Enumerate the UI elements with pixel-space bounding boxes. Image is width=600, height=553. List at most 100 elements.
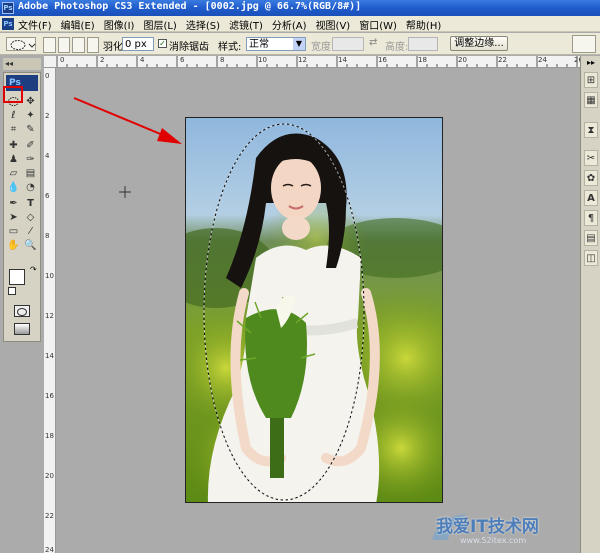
- selection-mode-buttons: [43, 37, 99, 53]
- path-selection-tool[interactable]: ➤: [7, 211, 20, 224]
- navigator-panel-icon[interactable]: ⊞: [584, 72, 598, 88]
- histogram-panel-icon[interactable]: ▦: [584, 92, 598, 108]
- ruler-tick: 12: [45, 312, 54, 320]
- photoshop-app-icon: Ps: [2, 2, 14, 14]
- tool-preset-picker[interactable]: [6, 37, 36, 51]
- menu-window[interactable]: 窗口(W): [359, 17, 397, 32]
- height-input[interactable]: [408, 37, 438, 51]
- menu-help[interactable]: 帮助(H): [406, 17, 441, 32]
- eyedropper-tool[interactable]: ⁄: [24, 225, 37, 238]
- ruler-horizontal-ticks: [56, 56, 578, 67]
- options-bar: 羽化: 0 px ✓ 消除锯齿 样式: 正常 ▼ 宽度: ⇄ 高度: 调整边缘.…: [0, 33, 600, 55]
- crosshair-cursor-icon: [119, 186, 131, 198]
- lasso-tool[interactable]: ℓ: [7, 109, 20, 122]
- width-input[interactable]: [332, 37, 364, 51]
- ruler-tick: 8: [45, 232, 50, 240]
- style-label: 样式:: [218, 42, 242, 53]
- type-tool[interactable]: T: [24, 197, 37, 210]
- brushes-panel-icon[interactable]: ✿: [584, 170, 598, 186]
- history-panel-icon[interactable]: ⧗: [584, 122, 598, 138]
- style-select[interactable]: 正常 ▼: [246, 37, 306, 51]
- width-label: 宽度:: [311, 42, 335, 53]
- menu-select[interactable]: 选择(S): [186, 17, 220, 32]
- tool-presets-panel-icon[interactable]: ✂: [584, 150, 598, 166]
- window-title: Adobe Photoshop CS3 Extended - [0002.jpg…: [18, 1, 362, 12]
- pen-tool[interactable]: ✒: [7, 197, 20, 210]
- menu-bar: Ps 文件(F) 编辑(E) 图像(I) 图层(L) 选择(S) 滤镜(T) 分…: [0, 16, 600, 32]
- toolbox: Ps ✥ ℓ ✦ ⌗ ✎ ✚ ✐ ♟ ✑ ▱ ▤ 💧 ◔ ✒ T ➤ ◇ ▭ ⁄…: [3, 72, 41, 342]
- brush-tool[interactable]: ✐: [24, 139, 37, 152]
- dodge-tool[interactable]: ◔: [24, 181, 37, 194]
- foreground-color-swatch[interactable]: [9, 269, 25, 285]
- watermark-text: 我爱IT技术网: [436, 517, 539, 537]
- palette-well-button[interactable]: [572, 35, 596, 53]
- ruler-tick: 10: [45, 272, 54, 280]
- intersect-selection-button[interactable]: [86, 37, 99, 53]
- notes-tool[interactable]: ▭: [7, 225, 20, 238]
- toolbox-collapse-icon[interactable]: ◂◂: [3, 58, 41, 70]
- layer-comps-panel-icon[interactable]: ▤: [584, 230, 598, 246]
- elliptical-selection-marquee: [203, 123, 365, 501]
- ruler-tick: 16: [45, 392, 54, 400]
- ruler-horizontal: 0 2 4 6 8 10 12 14 16 18 20 22 24 26: [44, 56, 580, 68]
- paragraph-panel-icon[interactable]: ¶: [584, 210, 598, 226]
- watermark-url: www.52itex.com: [460, 536, 527, 545]
- blur-tool[interactable]: 💧: [7, 181, 20, 194]
- menu-filter[interactable]: 滤镜(T): [229, 17, 263, 32]
- history-brush-tool[interactable]: ✑: [24, 153, 37, 166]
- ps-menu-icon[interactable]: Ps: [2, 18, 14, 30]
- quick-mask-icon[interactable]: [14, 305, 30, 317]
- ruler-tick: 14: [45, 352, 54, 360]
- default-colors-icon[interactable]: [8, 287, 16, 295]
- character-panel-icon[interactable]: A: [584, 190, 598, 206]
- ruler-tick: 20: [45, 472, 54, 480]
- swap-colors-icon[interactable]: ↷: [30, 265, 37, 274]
- screen-mode-icon[interactable]: [14, 323, 30, 335]
- menu-file[interactable]: 文件(F): [18, 17, 52, 32]
- zoom-tool[interactable]: 🔍: [24, 239, 37, 252]
- ruler-tick: 18: [45, 432, 54, 440]
- ruler-tick: 0: [45, 72, 50, 80]
- menu-image[interactable]: 图像(I): [104, 17, 135, 32]
- dropdown-arrow-icon: ▼: [293, 38, 305, 50]
- slice-tool[interactable]: ✎: [24, 123, 37, 136]
- style-value: 正常: [249, 39, 269, 50]
- height-label: 高度:: [385, 42, 409, 53]
- move-tool[interactable]: ✥: [24, 95, 37, 108]
- highlight-box: [3, 86, 23, 103]
- shape-tool[interactable]: ◇: [24, 211, 37, 224]
- menu-items: 文件(F) 编辑(E) 图像(I) 图层(L) 选择(S) 滤镜(T) 分析(A…: [18, 17, 450, 32]
- ruler-tick: 2: [45, 112, 50, 120]
- healing-brush-tool[interactable]: ✚: [7, 139, 20, 152]
- right-panel-dock: ▸▸ ⊞ ▦ ⧗ ✂ ✿ A ¶ ▤ ◫: [580, 56, 600, 553]
- antialias-checkbox[interactable]: ✓: [158, 39, 167, 48]
- adjust-edge-button[interactable]: 调整边缘...: [450, 36, 508, 51]
- window-controls[interactable]: [558, 1, 598, 14]
- subtract-selection-button[interactable]: [72, 37, 85, 53]
- dock-expand-icon[interactable]: ▸▸: [581, 58, 600, 68]
- antialias-label: 消除锯齿: [169, 42, 209, 53]
- gradient-tool[interactable]: ▤: [24, 167, 37, 180]
- clone-source-panel-icon[interactable]: ◫: [584, 250, 598, 266]
- add-selection-button[interactable]: [57, 37, 70, 53]
- ruler-tick: 24: [45, 546, 54, 553]
- ellipse-marquee-icon: [10, 40, 36, 50]
- menu-view[interactable]: 视图(V): [316, 17, 351, 32]
- swap-dimensions-icon[interactable]: ⇄: [369, 37, 377, 48]
- magic-wand-tool[interactable]: ✦: [24, 109, 37, 122]
- ruler-vertical: 0 2 4 6 8 10 12 14 16 18 20 22 24: [44, 68, 56, 553]
- feather-input[interactable]: 0 px: [122, 37, 154, 51]
- clone-stamp-tool[interactable]: ♟: [7, 153, 20, 166]
- new-selection-button[interactable]: [43, 37, 56, 53]
- ruler-tick: 6: [45, 192, 50, 200]
- menu-analysis[interactable]: 分析(A): [272, 17, 307, 32]
- ruler-tick: 4: [45, 152, 50, 160]
- title-bar: Ps Adobe Photoshop CS3 Extended - [0002.…: [0, 0, 600, 16]
- hand-tool[interactable]: ✋: [7, 239, 20, 252]
- crop-tool[interactable]: ⌗: [7, 123, 20, 136]
- menu-layer[interactable]: 图层(L): [143, 17, 176, 32]
- ruler-tick: 22: [45, 512, 54, 520]
- red-arrow-annotation: [73, 97, 182, 144]
- menu-edit[interactable]: 编辑(E): [61, 17, 95, 32]
- eraser-tool[interactable]: ▱: [7, 167, 20, 180]
